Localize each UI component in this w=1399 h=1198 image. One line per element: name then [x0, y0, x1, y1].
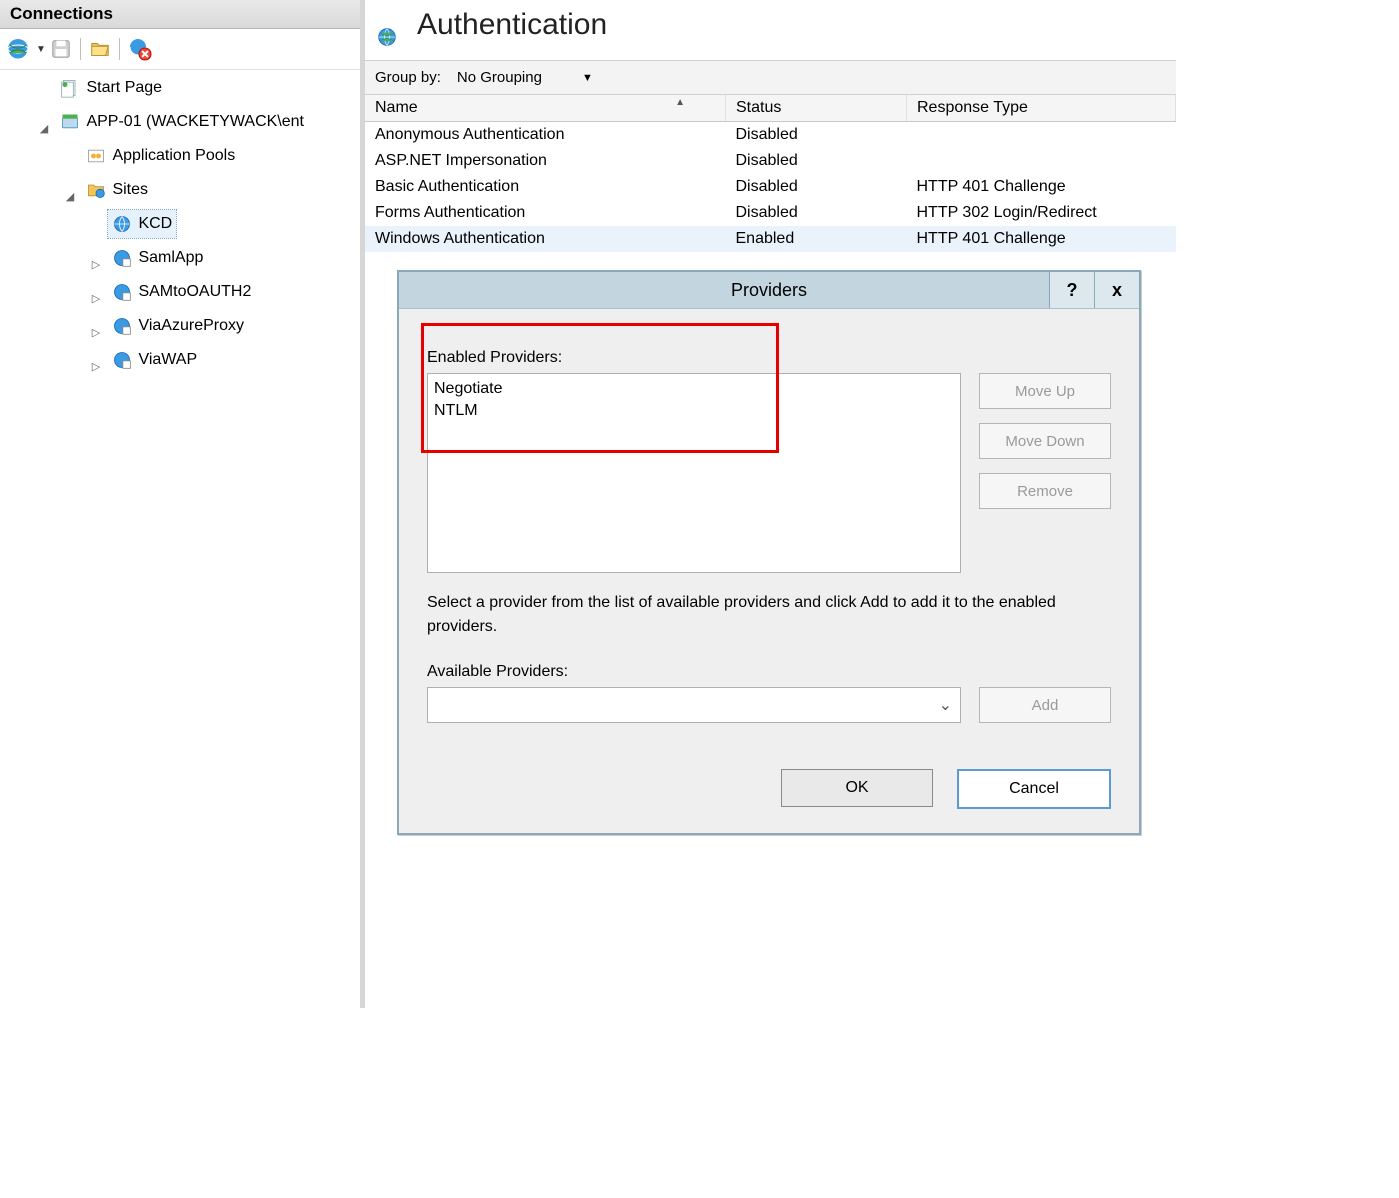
col-name[interactable]: Name ▲ [365, 95, 726, 122]
connections-title: Connections [0, 0, 360, 29]
site-icon [112, 316, 132, 336]
move-down-button[interactable]: Move Down [979, 423, 1111, 459]
tree-start-page[interactable]: Start Page [56, 74, 166, 102]
app-pools-icon [86, 146, 106, 166]
tree-expander-icon [90, 218, 102, 244]
col-status[interactable]: Status [726, 95, 907, 122]
feature-pane: Authentication Group by: No Grouping ▼ N… [365, 0, 1176, 1008]
toolbar-separator [119, 38, 120, 60]
tree-site-samtooauth2[interactable]: SAMtoOAUTH2 [108, 278, 255, 306]
cancel-button[interactable]: Cancel [957, 769, 1111, 809]
connections-tree[interactable]: Start Page ◢ APP-01 (WACKETYWACK\ent [0, 70, 360, 380]
tree-site-samlapp[interactable]: SamlApp [108, 244, 207, 272]
connect-dropdown-icon[interactable]: ▼ [36, 44, 46, 55]
remove-button[interactable]: Remove [979, 473, 1111, 509]
tree-expander-icon[interactable]: ◢ [64, 184, 76, 210]
table-row[interactable]: Basic Authentication Disabled HTTP 401 C… [365, 174, 1176, 200]
tree-server[interactable]: APP-01 (WACKETYWACK\ent [56, 108, 308, 136]
col-response[interactable]: Response Type [907, 95, 1176, 122]
table-row[interactable]: Windows Authentication Enabled HTTP 401 … [365, 226, 1176, 252]
list-item[interactable]: NTLM [434, 400, 954, 422]
chevron-down-icon: ▼ [582, 72, 593, 84]
authentication-grid: Name ▲ Status Response Type Anonymous Au… [365, 95, 1176, 252]
tree-sites[interactable]: Sites [82, 176, 152, 204]
tree-expander-icon[interactable]: ▷ [90, 354, 102, 380]
providers-dialog: Providers ? x Enabled Providers: Negotia… [397, 270, 1141, 835]
help-button[interactable]: ? [1049, 272, 1094, 308]
enabled-providers-label: Enabled Providers: [427, 349, 1111, 367]
tree-expander-icon[interactable]: ▷ [90, 286, 102, 312]
group-by-bar: Group by: No Grouping ▼ [365, 60, 1176, 95]
available-providers-label: Available Providers: [427, 663, 1111, 681]
add-button[interactable]: Add [979, 687, 1111, 723]
dialog-titlebar[interactable]: Providers ? x [399, 272, 1139, 309]
table-row[interactable]: Anonymous Authentication Disabled [365, 122, 1176, 149]
feature-header: Authentication [365, 0, 1176, 60]
dialog-title: Providers [399, 280, 1139, 301]
available-providers-combo[interactable]: ⌄ [427, 687, 961, 723]
tree-site-viawap[interactable]: ViaWAP [108, 346, 201, 374]
table-row[interactable]: ASP.NET Impersonation Disabled [365, 148, 1176, 174]
connect-icon[interactable] [4, 35, 32, 63]
instruction-text: Select a provider from the list of avail… [427, 591, 1111, 639]
remove-connection-icon[interactable] [126, 35, 154, 63]
tree-app-pools[interactable]: Application Pools [82, 142, 239, 170]
save-icon[interactable] [48, 36, 74, 62]
site-icon [112, 248, 132, 268]
close-button[interactable]: x [1094, 272, 1139, 308]
site-icon [112, 214, 132, 234]
sort-asc-icon: ▲ [675, 97, 685, 108]
toolbar-separator [80, 38, 81, 60]
tree-expander-icon[interactable]: ◢ [38, 116, 50, 142]
group-by-dropdown[interactable]: No Grouping ▼ [451, 67, 599, 88]
tree-expander-icon [64, 150, 76, 176]
tree-expander-icon [38, 82, 50, 108]
chevron-down-icon: ⌄ [939, 695, 952, 715]
tree-site-kcd[interactable]: KCD [108, 210, 176, 238]
connections-toolbar: ▼ [0, 29, 360, 70]
site-icon [112, 282, 132, 302]
server-icon [60, 112, 80, 132]
ok-button[interactable]: OK [781, 769, 933, 807]
site-icon [112, 350, 132, 370]
open-folder-icon[interactable] [87, 36, 113, 62]
tree-expander-icon[interactable]: ▷ [90, 320, 102, 346]
group-by-label: Group by: [375, 69, 441, 86]
move-up-button[interactable]: Move Up [979, 373, 1111, 409]
list-item[interactable]: Negotiate [434, 378, 954, 400]
connections-pane: Connections ▼ [0, 0, 365, 1008]
table-row[interactable]: Forms Authentication Disabled HTTP 302 L… [365, 200, 1176, 226]
enabled-providers-list[interactable]: Negotiate NTLM [427, 373, 961, 573]
sites-folder-icon [86, 180, 106, 200]
page-title: Authentication [417, 8, 607, 42]
tree-site-viaazureproxy[interactable]: ViaAzureProxy [108, 312, 248, 340]
tree-expander-icon[interactable]: ▷ [90, 252, 102, 278]
start-page-icon [60, 78, 80, 98]
authentication-icon [377, 15, 397, 35]
